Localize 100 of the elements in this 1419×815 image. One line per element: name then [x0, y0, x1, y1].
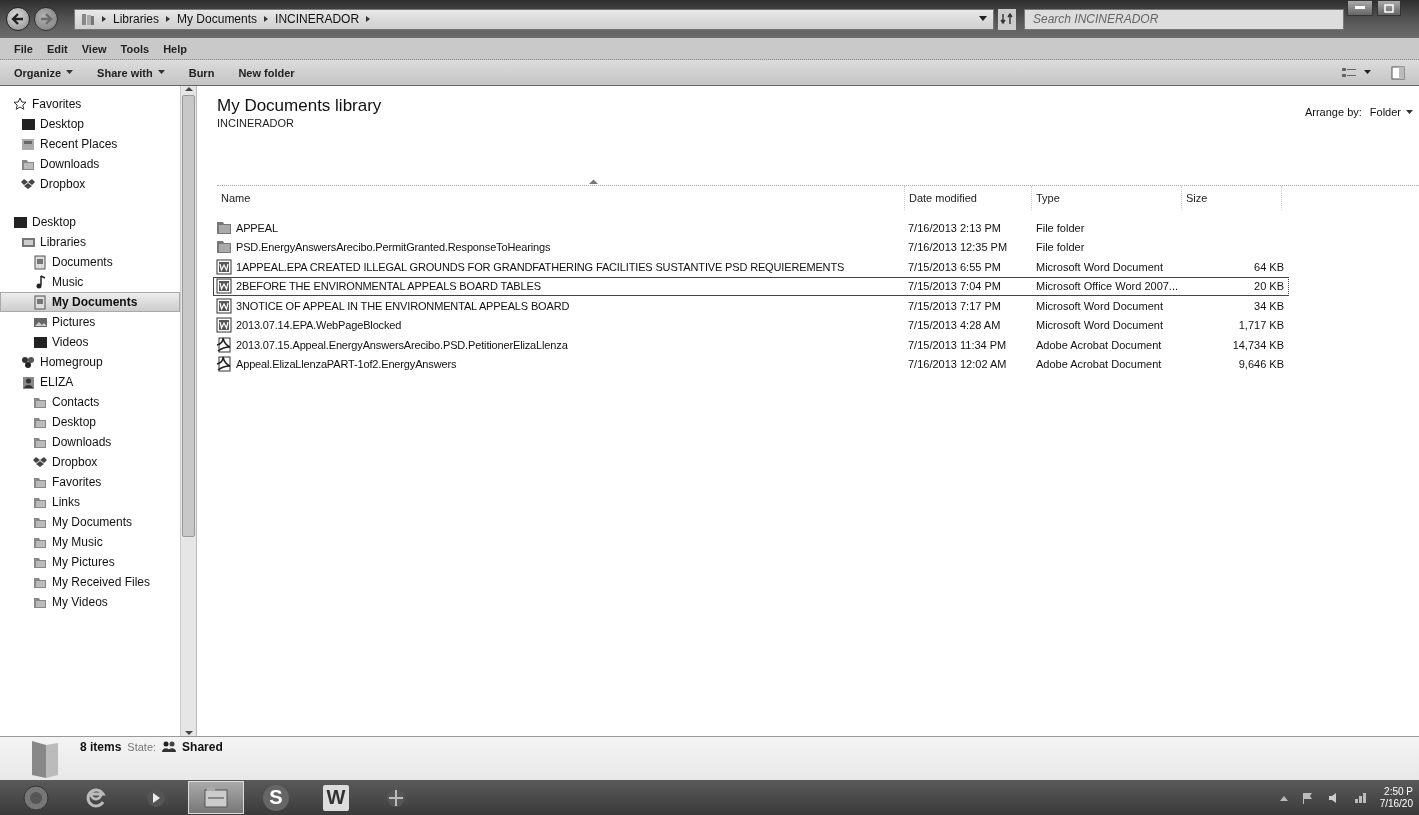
column-header[interactable]: Size [1182, 186, 1282, 210]
desktop-icon [33, 334, 48, 350]
nav-item[interactable]: Favorites [0, 472, 180, 492]
chevron-up-icon [1279, 794, 1288, 801]
breadcrumb[interactable]: INCINERADOR [275, 12, 360, 26]
document-icon [33, 294, 48, 310]
nav-item[interactable]: My Received Files [0, 572, 180, 592]
file-row[interactable]: APPEAL 7/16/2013 2:13 PM File folder [213, 218, 1289, 238]
maximize-button[interactable] [1377, 0, 1401, 16]
back-button[interactable] [6, 7, 30, 31]
nav-item[interactable]: Downloads [0, 432, 180, 452]
taskbar-button[interactable]: S [248, 781, 304, 814]
file-row[interactable]: PSD.EnergyAnswersArecibo.PermitGranted.ResponseToHearings 7/16/2013 12:35 PM File folder [213, 237, 1289, 257]
pdf-document-icon [216, 356, 232, 373]
nav-item[interactable]: ELIZA [0, 372, 180, 392]
nav-item[interactable]: Documents [0, 252, 180, 272]
file-row[interactable]: 3NOTICE OF APPEAL IN THE ENVIRONMENTAL APPEALS BOARD 7/15/2013 7:17 PM Microsoft Word Document 34 KB [213, 296, 1289, 316]
nav-item[interactable]: My Music [0, 532, 180, 552]
word-document-icon [216, 278, 232, 295]
nav-item[interactable]: Dropbox [0, 452, 180, 472]
nav-item[interactable]: My Documents [0, 512, 180, 532]
type-cell: Microsoft Word Document [1036, 260, 1163, 273]
arrange-dropdown[interactable]: Folder [1369, 106, 1413, 118]
column-header[interactable]: Type [1032, 186, 1182, 210]
desktop-icon [21, 116, 36, 132]
forward-button[interactable] [34, 7, 58, 31]
size-cell: 20 KB [1254, 280, 1284, 293]
nav-item[interactable]: My Pictures [0, 552, 180, 572]
refresh-button[interactable] [998, 8, 1016, 30]
size-cell: 64 KB [1254, 260, 1284, 273]
address-bar[interactable]: Libraries My Documents INCINERADOR [74, 8, 994, 30]
toolbar-button[interactable]: Organize [8, 64, 80, 81]
breadcrumb[interactable]: My Documents [177, 12, 258, 26]
file-row[interactable]: 1APPEAL.EPA CREATED ILLEGAL GROUNDS FOR GRANDFATHERING FACILITIES SUSTANTIVE PSD REQUIEREMENTS 7/15/2013 6:55 PM Microsoft Word Document 64 KB [213, 257, 1289, 277]
nav-item[interactable]: Music [0, 272, 180, 292]
toolbar-button[interactable]: New folder [232, 64, 301, 81]
minimize-button[interactable] [1347, 0, 1373, 16]
nav-item[interactable]: Desktop [0, 114, 180, 134]
taskbar-button[interactable]: W [308, 781, 364, 814]
library-icon [81, 12, 95, 26]
type-cell: Microsoft Office Word 2007... [1036, 280, 1179, 293]
nav-item[interactable]: Desktop [0, 412, 180, 432]
nav-item[interactable]: Recent Places [0, 134, 180, 154]
toolbar-button[interactable]: Burn [182, 64, 221, 81]
recent-places-icon [21, 136, 36, 152]
nav-item[interactable]: Videos [0, 332, 180, 352]
toolbar-button[interactable]: Share with [91, 64, 171, 81]
date-cell: 7/16/2013 12:35 PM [908, 241, 1008, 254]
clock-date: 7/16/20 [1379, 797, 1413, 810]
file-row[interactable]: Appeal.ElizaLlenzaPART-1of2.EnergyAnswers 7/16/2013 12:02 AM Adobe Acrobat Document 9,646 KB [213, 354, 1289, 374]
file-row[interactable]: 2BEFORE THE ENVIRONMENTAL APPEALS BOARD TABLES 7/15/2013 7:04 PM Microsoft Office Word 2007... 20 KB [213, 276, 1289, 296]
file-name: 2013.07.14.EPA.WebPageBlocked [236, 319, 402, 332]
column-header[interactable]: Name [217, 186, 905, 210]
nav-item[interactable]: My Documents [0, 292, 180, 312]
type-cell: Adobe Acrobat Document [1036, 358, 1162, 371]
type-cell: Microsoft Word Document [1036, 299, 1163, 312]
nav-item[interactable]: Contacts [0, 392, 180, 412]
maximize-icon [1384, 3, 1394, 13]
menu-item[interactable]: Tools [114, 40, 156, 57]
refresh-icon [1000, 13, 1014, 25]
menu-item[interactable]: File [8, 40, 39, 57]
dropbox-icon [33, 454, 48, 470]
people-icon [162, 741, 177, 753]
nav-item[interactable]: My Videos [0, 592, 180, 612]
library-subtitle: INCINERADOR [217, 117, 295, 129]
size-cell: 9,646 KB [1238, 358, 1284, 371]
nav-item[interactable]: Dropbox [0, 174, 180, 194]
file-name: 1APPEAL.EPA CREATED ILLEGAL GROUNDS FOR GRANDFATHERING FACILITIES SUSTANTIVE PSD REQUIEREMENTS [236, 260, 845, 273]
breadcrumb[interactable]: Libraries [113, 12, 160, 26]
menu-item[interactable]: View [75, 40, 113, 57]
nav-item[interactable]: Pictures [0, 312, 180, 332]
file-row[interactable]: 2013.07.14.EPA.WebPageBlocked 7/15/2013 4:28 AM Microsoft Word Document 1,717 KB [213, 315, 1289, 335]
search-field[interactable]: Search INCINERADOR [1024, 8, 1344, 30]
nav-item[interactable]: Downloads [0, 154, 180, 174]
nav-item[interactable]: Homegroup [0, 352, 180, 372]
date-cell: 7/15/2013 4:28 AM [908, 319, 1001, 332]
chevron-icon [263, 15, 270, 23]
flag-icon [1301, 791, 1314, 804]
nav-item[interactable]: Favorites [0, 94, 180, 114]
chevron-icon [165, 15, 172, 23]
file-row[interactable]: 2013.07.15.Appeal.EnergyAnswersArecibo.PSD.PetitionerElizaLlenza 7/15/2013 11:34 PM Adobe Acrobat Document 14,734 KB [213, 335, 1289, 355]
file-name: PSD.EnergyAnswersArecibo.PermitGranted.ResponseToHearings [236, 241, 551, 254]
homegroup-icon [21, 354, 36, 370]
word-document-icon [216, 317, 232, 334]
size-cell: 14,734 KB [1232, 338, 1284, 351]
item-count: 8 items [80, 740, 122, 754]
dropdown-icon [979, 16, 987, 22]
taskbar-button[interactable] [188, 781, 244, 814]
menu-item[interactable]: Help [157, 40, 193, 57]
scrollbar[interactable] [180, 86, 196, 736]
date-cell: 7/15/2013 6:55 PM [908, 260, 1001, 273]
arrange-label: Arrange by: [1304, 106, 1362, 118]
word-document-icon [216, 258, 232, 275]
menu-item[interactable]: Edit [40, 40, 74, 57]
nav-item[interactable]: Links [0, 492, 180, 512]
file-name: 2013.07.15.Appeal.EnergyAnswersArecibo.PSD.PetitionerElizaLlenza [236, 338, 568, 351]
nav-item[interactable]: Libraries [0, 232, 180, 252]
date-cell: 7/15/2013 7:04 PM [908, 280, 1001, 293]
nav-item[interactable]: Desktop [0, 212, 180, 232]
column-header[interactable]: Date modified [905, 186, 1032, 210]
